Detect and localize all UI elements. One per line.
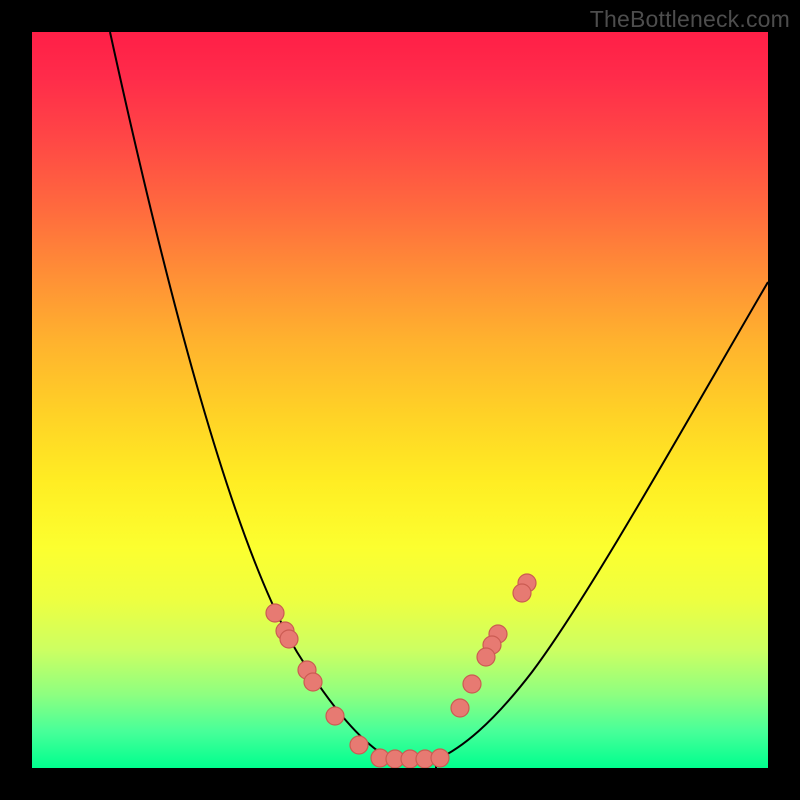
beads-right bbox=[451, 574, 536, 717]
chart-svg bbox=[32, 32, 768, 768]
bead-point bbox=[304, 673, 322, 691]
beads-bottom bbox=[371, 749, 449, 768]
left-curve bbox=[110, 32, 392, 768]
bead-point bbox=[350, 736, 368, 754]
bead-point bbox=[463, 675, 481, 693]
chart-root: TheBottleneck.com bbox=[0, 0, 800, 800]
bead-point bbox=[513, 584, 531, 602]
bead-point bbox=[280, 630, 298, 648]
watermark-text: TheBottleneck.com bbox=[590, 6, 790, 33]
plot-area bbox=[32, 32, 768, 768]
bead-point bbox=[326, 707, 344, 725]
beads-left bbox=[266, 604, 368, 754]
right-curve bbox=[436, 282, 768, 768]
bead-point bbox=[451, 699, 469, 717]
bead-point bbox=[477, 648, 495, 666]
bead-point bbox=[431, 749, 449, 767]
bead-point bbox=[266, 604, 284, 622]
